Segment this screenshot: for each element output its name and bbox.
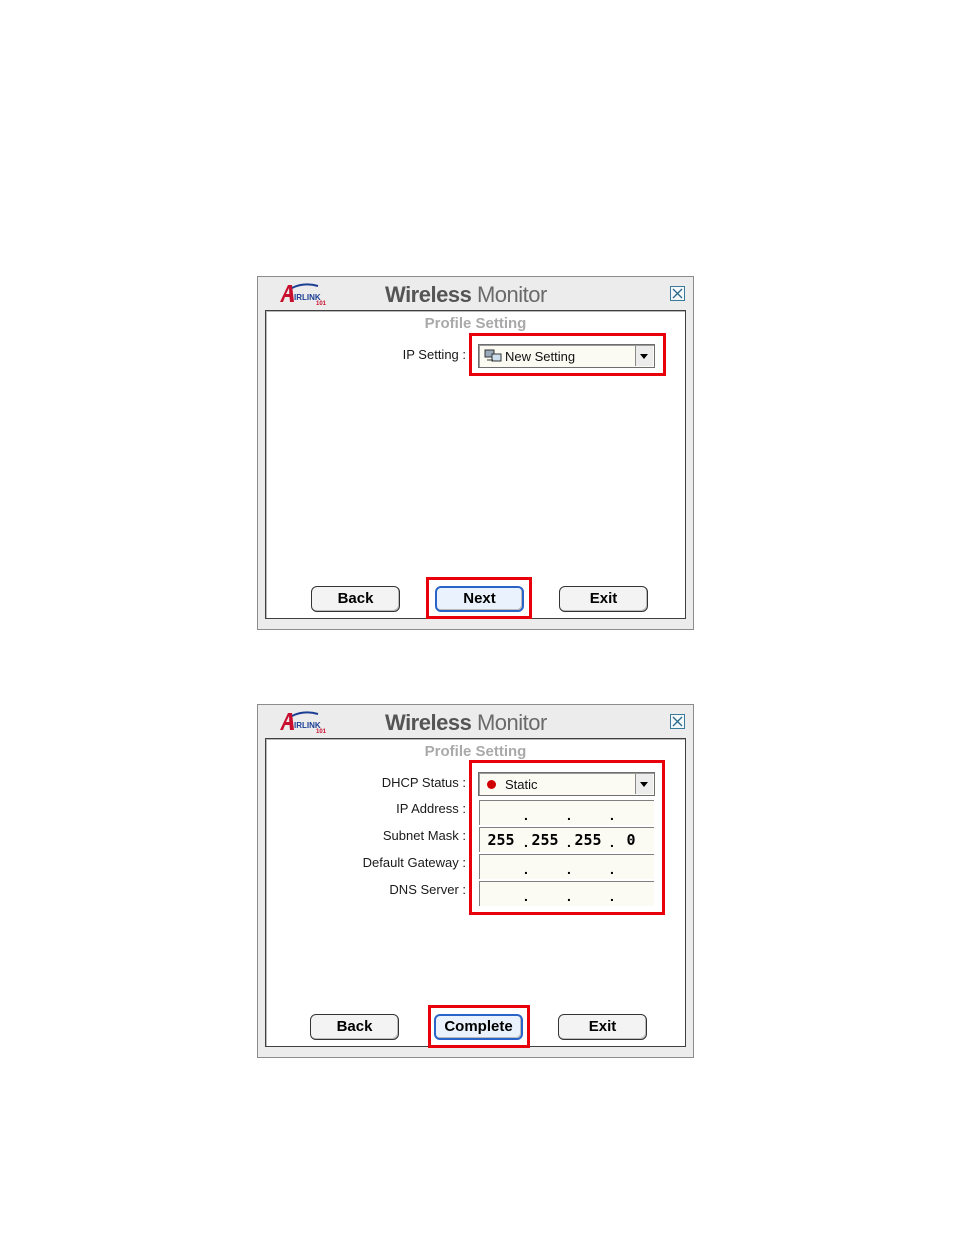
- back-button[interactable]: Back: [310, 1014, 399, 1040]
- ip-address-label: IP Address :: [396, 801, 466, 816]
- airlink-logo: IRLINK 101: [280, 283, 327, 306]
- ip-setting-label: IP Setting :: [402, 347, 466, 362]
- dhcp-status-label: DHCP Status :: [381, 775, 466, 790]
- panel-title: Profile Setting: [424, 315, 527, 332]
- back-button[interactable]: Back: [311, 586, 400, 612]
- airlink-logo: IRLINK 101: [280, 711, 327, 734]
- highlight-ip-fields: [469, 760, 665, 915]
- highlight-ip-setting: [469, 333, 666, 376]
- app-title: Wireless Monitor: [385, 710, 547, 735]
- close-icon: [672, 716, 683, 727]
- default-gateway-label: Default Gateway :: [362, 855, 466, 870]
- exit-button[interactable]: Exit: [559, 586, 648, 612]
- title-bar: IRLINK 101 Wireless Monitor: [258, 705, 693, 738]
- close-button[interactable]: [670, 714, 685, 729]
- title-bar: IRLINK 101 Wireless Monitor: [258, 277, 693, 310]
- highlight-complete-button: [428, 1005, 530, 1048]
- svg-text:101: 101: [316, 729, 327, 734]
- dns-server-label: DNS Server :: [389, 882, 466, 897]
- svg-text:101: 101: [316, 301, 327, 306]
- app-title: Wireless Monitor: [385, 282, 547, 307]
- panel-title: Profile Setting: [424, 743, 527, 760]
- close-icon: [672, 288, 683, 299]
- exit-button[interactable]: Exit: [558, 1014, 647, 1040]
- subnet-mask-label: Subnet Mask :: [382, 828, 466, 843]
- close-button[interactable]: [670, 286, 685, 301]
- highlight-next-button: [426, 577, 532, 619]
